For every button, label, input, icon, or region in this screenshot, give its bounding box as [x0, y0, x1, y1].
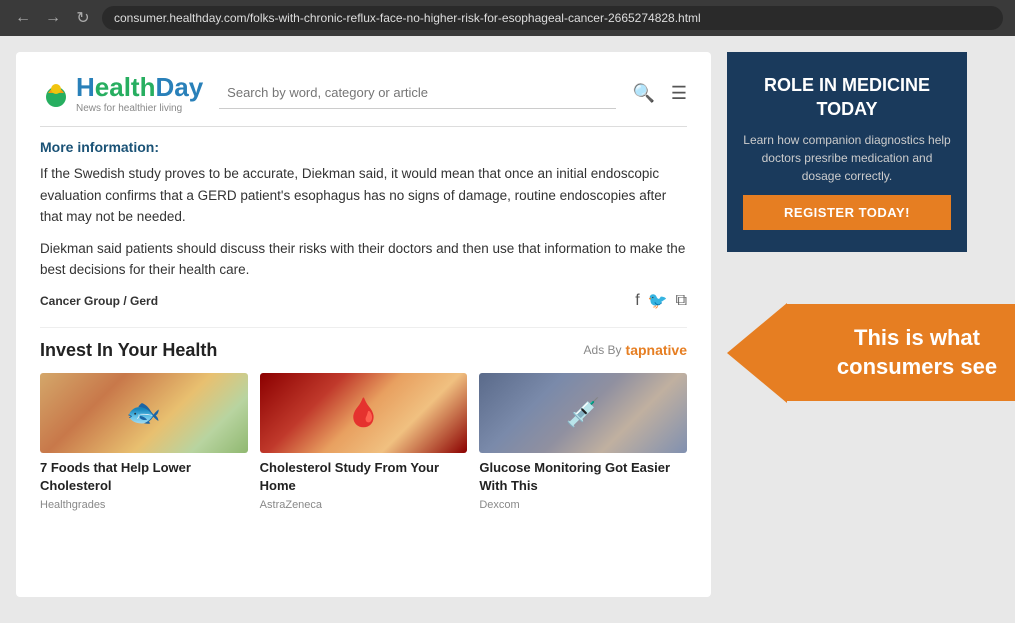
right-sidebar: ROLE IN MEDICINE TODAY Learn how compani…	[727, 52, 967, 607]
ads-section: Invest In Your Health Ads By tapnative 🐟…	[40, 327, 687, 511]
forward-button[interactable]: →	[42, 7, 64, 29]
annotation-box: This is what consumers see	[787, 304, 1015, 401]
logo-text-area: HealthDay News for healthier living	[76, 72, 203, 114]
logo-tagline: News for healthier living	[76, 103, 203, 114]
sidebar-ad-title: ROLE IN MEDICINE TODAY	[743, 74, 951, 121]
annotation-container: This is what consumers see	[727, 304, 967, 401]
search-icon-button[interactable]: 🔍	[632, 83, 654, 104]
ad-image-3: 💉	[479, 373, 687, 453]
address-bar[interactable]: consumer.healthday.com/folks-with-chroni…	[102, 6, 1003, 30]
reload-button[interactable]: ↻	[72, 7, 94, 29]
ad-card-2[interactable]: 🩸 Cholesterol Study From Your Home Astra…	[260, 373, 468, 511]
sidebar-ad-box: ROLE IN MEDICINE TODAY Learn how compani…	[727, 52, 967, 252]
ads-header: Invest In Your Health Ads By tapnative	[40, 340, 687, 361]
ad-sponsor-3: Dexcom	[479, 499, 687, 511]
ad-card-1[interactable]: 🐟 7 Foods that Help Lower Cholesterol He…	[40, 373, 248, 511]
search-input[interactable]	[219, 77, 616, 109]
register-button[interactable]: REGISTER TODAY!	[743, 195, 951, 230]
ad-image-2: 🩸	[260, 373, 468, 453]
page-wrapper: HealthDay News for healthier living 🔍 ☰ …	[0, 36, 1015, 623]
category-text: Cancer Group / Gerd	[40, 294, 158, 308]
ad-sponsor-2: AstraZeneca	[260, 499, 468, 511]
facebook-icon[interactable]: f	[635, 292, 639, 310]
ad-img-artery: 🩸	[260, 373, 468, 453]
url-text: consumer.healthday.com/folks-with-chroni…	[114, 11, 701, 25]
back-button[interactable]: ←	[12, 7, 34, 29]
sun-icon	[40, 77, 72, 109]
annotation-text: This is what consumers see	[837, 325, 997, 379]
ad-title-1: 7 Foods that Help Lower Cholesterol	[40, 459, 248, 495]
logo-brand: HealthDay	[76, 72, 203, 103]
ad-title-3: Glucose Monitoring Got Easier With This	[479, 459, 687, 495]
menu-icon-button[interactable]: ☰	[671, 83, 687, 104]
ad-title-2: Cholesterol Study From Your Home	[260, 459, 468, 495]
browser-chrome: ← → ↻ consumer.healthday.com/folks-with-…	[0, 0, 1015, 36]
ad-card-3[interactable]: 💉 Glucose Monitoring Got Easier With Thi…	[479, 373, 687, 511]
ad-img-salmon: 🐟	[40, 373, 248, 453]
site-header: HealthDay News for healthier living 🔍 ☰	[40, 72, 687, 127]
ad-image-1: 🐟	[40, 373, 248, 453]
ads-by: Ads By tapnative	[584, 342, 687, 358]
logo: HealthDay News for healthier living	[40, 72, 203, 114]
article-categories-bar: Cancer Group / Gerd f 🐦 ⧉	[40, 291, 687, 311]
ad-cards-container: 🐟 7 Foods that Help Lower Cholesterol He…	[40, 373, 687, 511]
share-icon[interactable]: ⧉	[676, 292, 687, 310]
sidebar-ad-subtitle: Learn how companion diagnostics help doc…	[743, 131, 951, 185]
twitter-icon[interactable]: 🐦	[648, 291, 668, 311]
ad-img-glucose: 💉	[479, 373, 687, 453]
ads-section-title: Invest In Your Health	[40, 340, 217, 361]
article-paragraph-1: If the Swedish study proves to be accura…	[40, 163, 687, 228]
social-icons: f 🐦 ⧉	[635, 291, 687, 311]
content-card: HealthDay News for healthier living 🔍 ☰ …	[16, 52, 711, 597]
more-info-label: More information:	[40, 139, 687, 155]
ad-sponsor-1: Healthgrades	[40, 499, 248, 511]
ads-by-label: Ads By	[584, 343, 622, 357]
tapnative-logo: tapnative	[626, 342, 687, 358]
article-paragraph-2: Diekman said patients should discuss the…	[40, 238, 687, 281]
